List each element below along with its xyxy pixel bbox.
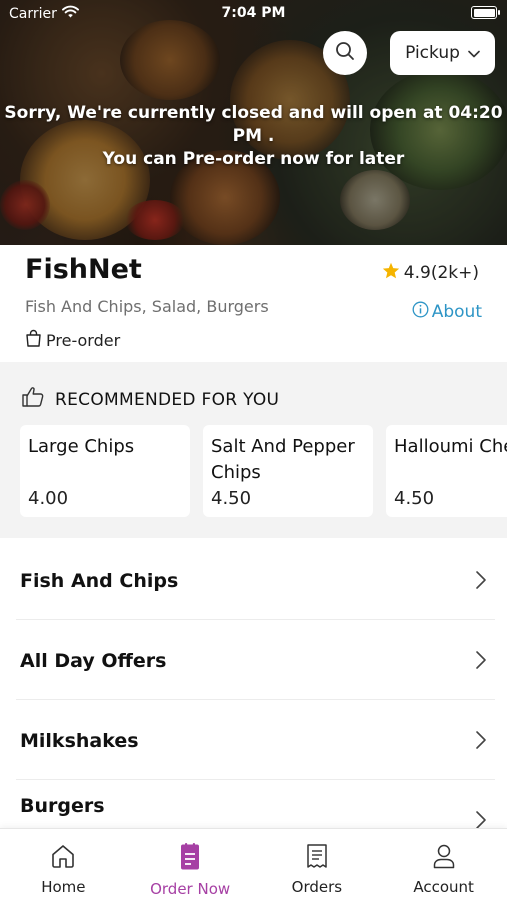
card-name: Salt And Pepper Chips: [211, 436, 355, 483]
tab-order-now[interactable]: Order Now: [127, 829, 254, 900]
restaurant-info: FishNet 4.9(2k+) Fish And Chips, Salad, …: [0, 245, 507, 360]
cuisine-list: Fish And Chips, Salad, Burgers: [25, 297, 269, 316]
home-icon: [50, 843, 76, 873]
pickup-label: Pickup: [405, 43, 460, 63]
closed-message-line2: You can Pre-order now for later: [102, 149, 405, 169]
chevron-right-icon: [475, 650, 487, 674]
order-icon: [178, 843, 202, 875]
category-name: Milkshakes: [20, 730, 139, 752]
thumbs-up-icon: [21, 386, 45, 413]
recommended-list: Large Chips 4.00 Salt And Pepper Chips 4…: [20, 425, 507, 517]
category-row[interactable]: Milkshakes: [0, 700, 507, 780]
chevron-down-icon: [468, 43, 480, 63]
receipt-icon: [305, 843, 329, 873]
rating: 4.9(2k+): [382, 262, 479, 284]
pickup-dropdown[interactable]: Pickup: [390, 31, 495, 75]
recommended-card[interactable]: Salt And Pepper Chips 4.50: [203, 425, 373, 517]
closed-message: Sorry, We're currently closed and will o…: [0, 102, 507, 171]
status-time: 7:04 PM: [221, 5, 286, 21]
closed-message-line1: Sorry, We're currently closed and will o…: [4, 103, 503, 146]
search-icon: [335, 41, 355, 65]
recommended-header: RECOMMENDED FOR YOU: [21, 386, 279, 413]
category-name: Burgers: [20, 795, 105, 817]
card-name: Large Chips: [28, 436, 135, 457]
status-bar: Carrier 7:04 PM: [0, 0, 507, 26]
info-icon: [412, 301, 429, 323]
tab-bar: Home Order Now Orders Account: [0, 828, 507, 900]
category-row[interactable]: Fish And Chips: [0, 540, 507, 620]
card-name: Halloumi Cheese Fries: [394, 436, 507, 457]
tab-account-label: Account: [413, 878, 474, 896]
card-price: 4.50: [394, 488, 435, 509]
restaurant-name: FishNet: [25, 254, 142, 285]
recommended-section: RECOMMENDED FOR YOU Large Chips 4.00 Sal…: [0, 362, 507, 538]
chevron-right-icon: [475, 570, 487, 594]
tab-order-now-label: Order Now: [150, 880, 231, 898]
recommended-card[interactable]: Large Chips 4.00: [20, 425, 190, 517]
chevron-right-icon: [475, 730, 487, 754]
card-price: 4.00: [28, 488, 69, 509]
tab-home-label: Home: [41, 878, 86, 896]
tab-orders[interactable]: Orders: [254, 829, 381, 900]
battery-icon: [471, 6, 500, 19]
user-icon: [432, 843, 456, 873]
rating-value: 4.9(2k+): [403, 263, 479, 283]
tab-home[interactable]: Home: [0, 829, 127, 900]
preorder-tag: Pre-order: [25, 329, 120, 351]
shopping-bag-icon: [25, 329, 42, 351]
tab-orders-label: Orders: [291, 878, 343, 896]
star-icon: [382, 262, 400, 284]
about-link[interactable]: About: [412, 301, 482, 323]
search-button[interactable]: [323, 31, 367, 75]
card-price: 4.50: [211, 488, 252, 509]
recommended-card[interactable]: Halloumi Cheese Fries 4.50: [386, 425, 507, 517]
category-name: All Day Offers: [20, 650, 167, 672]
preorder-label: Pre-order: [46, 330, 121, 350]
category-row[interactable]: All Day Offers: [0, 620, 507, 700]
recommended-title: RECOMMENDED FOR YOU: [55, 389, 280, 410]
hero-banner: Carrier 7:04 PM Pickup Sorry, We're curr…: [0, 0, 507, 245]
tab-account[interactable]: Account: [380, 829, 507, 900]
category-name: Fish And Chips: [20, 570, 179, 592]
about-label: About: [431, 302, 482, 322]
